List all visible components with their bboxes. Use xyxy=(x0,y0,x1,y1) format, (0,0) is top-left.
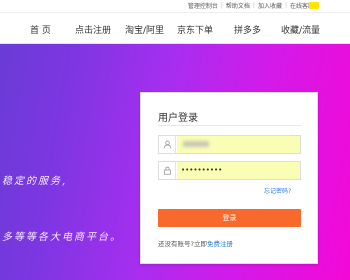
register-prefix: 还没有账号?立即 xyxy=(158,240,207,248)
help-docs-link[interactable]: 帮助文档 xyxy=(226,1,250,10)
hero-text-line1: 稳定的服务, xyxy=(2,176,68,187)
nav-item-traffic[interactable]: 收藏/流量 xyxy=(281,23,320,36)
admin-console-link[interactable]: 管理控制台 xyxy=(188,1,218,10)
username-input[interactable] xyxy=(177,136,300,153)
username-field[interactable] xyxy=(158,135,301,154)
lock-icon xyxy=(159,162,176,179)
separator: | xyxy=(284,2,287,9)
login-button[interactable]: 登录 xyxy=(158,209,301,227)
blurred-username xyxy=(183,141,209,147)
user-icon xyxy=(159,136,176,153)
nav-item-jd[interactable]: 京东下单 xyxy=(177,23,213,36)
password-input[interactable]: •••••••••• xyxy=(177,162,300,179)
nav-item-pinduoduo[interactable]: 拼多多 xyxy=(234,23,261,36)
forgot-password-link[interactable]: 忘记密码? xyxy=(264,186,291,195)
nav-item-home[interactable]: 首 页 xyxy=(30,23,51,36)
support-badge-icon[interactable] xyxy=(309,2,319,9)
login-title: 用户登录 xyxy=(158,113,198,124)
main-nav: 首 页 点击注册 淘宝/阿里 京东下单 拼多多 收藏/流量 xyxy=(0,14,350,44)
top-links: 管理控制台 | 帮助文档 | 加入收藏 | 在线客服 xyxy=(188,1,314,10)
separator: | xyxy=(252,2,255,9)
free-register-link[interactable]: 免费注册 xyxy=(207,240,233,248)
divider xyxy=(158,125,301,126)
login-card: 用户登录 •••••••••• 忘记密码? 登录 还没有账号?立即免费注册 xyxy=(140,92,318,264)
separator: | xyxy=(220,2,223,9)
nav-item-taobao[interactable]: 淘宝/阿里 xyxy=(125,23,164,36)
register-prompt: 还没有账号?立即免费注册 xyxy=(158,238,233,248)
hero-text-line2: 多等等各大电商平台。 xyxy=(2,232,122,243)
password-field[interactable]: •••••••••• xyxy=(158,161,301,180)
nav-item-register[interactable]: 点击注册 xyxy=(75,23,111,36)
add-favorite-link[interactable]: 加入收藏 xyxy=(258,1,282,10)
top-utility-bar: 管理控制台 | 帮助文档 | 加入收藏 | 在线客服 xyxy=(0,0,350,13)
